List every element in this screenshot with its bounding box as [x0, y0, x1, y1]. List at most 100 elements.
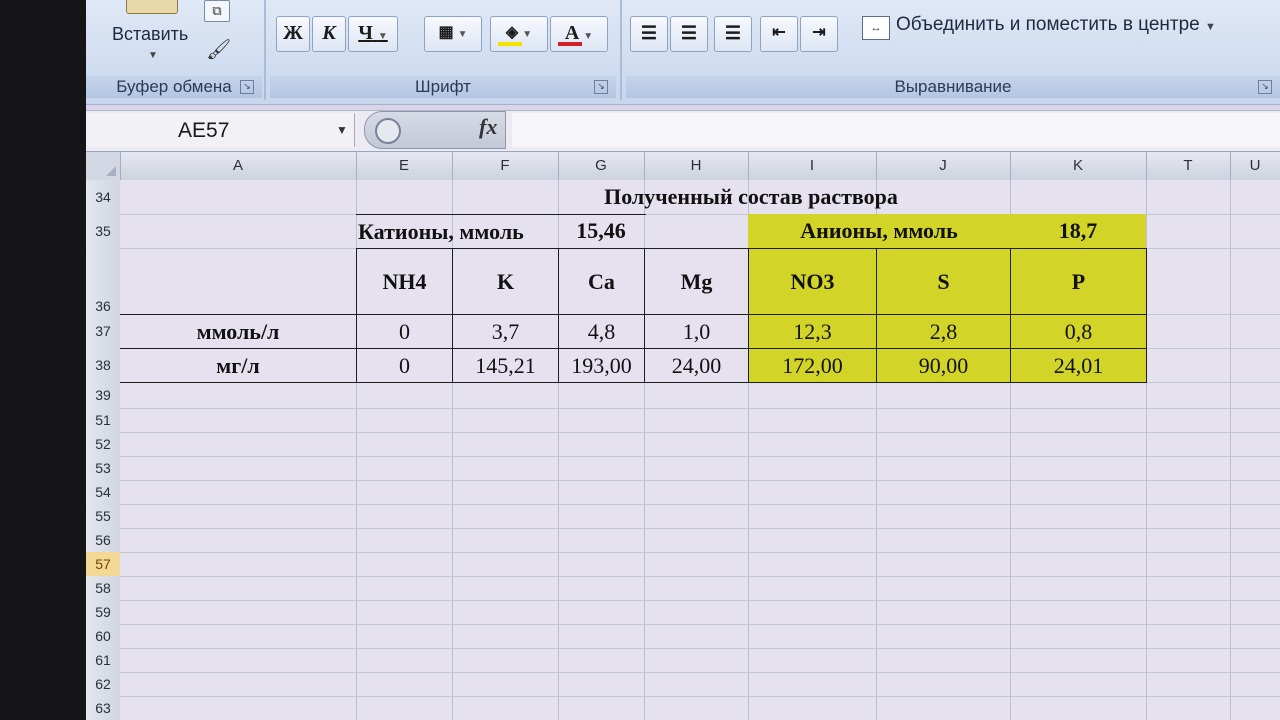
value-cell[interactable]: 1,0 — [644, 314, 749, 349]
column-header-h[interactable]: H — [644, 152, 749, 180]
name-box-dropdown-icon[interactable]: ▼ — [336, 123, 348, 137]
gridline — [120, 600, 1280, 601]
gridline — [120, 672, 1280, 673]
align-left-button[interactable]: ☰ — [630, 16, 668, 52]
row-header[interactable]: 62 — [86, 672, 121, 697]
increase-indent-button[interactable]: ⇥ — [800, 16, 838, 52]
row-header[interactable]: 56 — [86, 528, 121, 553]
italic-button[interactable]: К — [312, 16, 346, 52]
formula-input[interactable] — [512, 113, 1280, 147]
row-header[interactable]: 54 — [86, 480, 121, 505]
alignment-group-label: Выравнивание — [626, 76, 1280, 98]
insert-function-button[interactable]: fx — [479, 114, 497, 140]
ion-header-nh4[interactable]: NH4 — [356, 248, 453, 315]
value-cell[interactable]: 90,00 — [876, 348, 1011, 383]
align-center-icon: ☰ — [680, 23, 698, 43]
cell-grid[interactable]: Полученный состав раствора Катионы, ммол… — [120, 180, 1280, 720]
row-header[interactable]: 39 — [86, 382, 121, 409]
ion-header-ca[interactable]: Ca — [558, 248, 645, 315]
value-cell[interactable]: 0,8 — [1010, 314, 1147, 349]
paste-button[interactable]: Вставить — [112, 24, 188, 45]
row-header[interactable]: 60 — [86, 624, 121, 649]
formula-controls-handle[interactable] — [375, 118, 401, 144]
value-cell[interactable]: 193,00 — [558, 348, 645, 383]
value-cell[interactable]: 3,7 — [452, 314, 559, 349]
row-header[interactable]: 34 — [86, 180, 121, 215]
bold-button[interactable]: Ж — [276, 16, 310, 52]
value-cell[interactable]: 4,8 — [558, 314, 645, 349]
value-cell[interactable]: 12,3 — [748, 314, 877, 349]
copy-icon[interactable]: ⧉ — [204, 0, 230, 22]
row-header[interactable]: 58 — [86, 576, 121, 601]
value-cell[interactable]: 145,21 — [452, 348, 559, 383]
row-header-active[interactable]: 57 — [86, 552, 121, 577]
fill-color-button[interactable]: ◈ ▼ — [490, 16, 548, 52]
font-color-icon: A — [564, 22, 579, 44]
decrease-indent-button[interactable]: ⇤ — [760, 16, 798, 52]
gridline — [1230, 180, 1231, 720]
clipboard-dialog-launcher[interactable]: ↘ — [240, 80, 254, 94]
ion-header-mg[interactable]: Mg — [644, 248, 749, 315]
name-box[interactable]: AE57 ▼ — [86, 113, 355, 147]
select-all-button[interactable] — [86, 152, 121, 180]
alignment-dialog-launcher[interactable]: ↘ — [1258, 80, 1272, 94]
anions-label[interactable]: Анионы, ммоль — [748, 214, 1010, 248]
row-header[interactable]: 36 — [86, 248, 121, 315]
row-header[interactable]: 38 — [86, 348, 121, 383]
paste-icon[interactable] — [126, 0, 178, 14]
anions-total[interactable]: 18,7 — [1010, 214, 1146, 248]
format-painter-icon[interactable]: 🖌 — [206, 40, 231, 60]
value-cell[interactable]: 0 — [356, 348, 453, 383]
clipboard-group-label: Буфер обмена — [86, 76, 262, 98]
row-header[interactable]: 53 — [86, 456, 121, 481]
row-header[interactable]: 52 — [86, 432, 121, 457]
font-color-button[interactable]: A ▼ — [550, 16, 608, 52]
column-header-i[interactable]: I — [748, 152, 877, 180]
formula-controls: fx — [364, 111, 506, 149]
row-header[interactable]: 59 — [86, 600, 121, 625]
column-header-u[interactable]: U — [1230, 152, 1280, 180]
row-header[interactable]: 63 — [86, 696, 121, 720]
column-header-g[interactable]: G — [558, 152, 645, 180]
ion-header-no3[interactable]: NO3 — [748, 248, 877, 315]
align-right-button[interactable]: ☰ — [714, 16, 752, 52]
paste-dropdown-arrow[interactable]: ▼ — [148, 50, 158, 61]
merge-dropdown-arrow[interactable]: ▼ — [1205, 21, 1216, 33]
table-title[interactable]: Полученный состав раствора — [356, 180, 1146, 214]
column-header-e[interactable]: E — [356, 152, 453, 180]
align-center-button[interactable]: ☰ — [670, 16, 708, 52]
ion-header-k[interactable]: K — [452, 248, 559, 315]
merge-center-icon[interactable]: ↔ — [862, 16, 890, 40]
ion-header-p[interactable]: P — [1010, 248, 1147, 315]
value-cell[interactable]: 0 — [356, 314, 453, 349]
font-group: Ж К Ч ▼ ▦ ▼ ◈ ▼ A ▼ Шрифт ↘ — [270, 0, 616, 100]
underline-button[interactable]: Ч ▼ — [348, 16, 398, 52]
column-header-j[interactable]: J — [876, 152, 1011, 180]
borders-button[interactable]: ▦ ▼ — [424, 16, 482, 52]
ion-header-s[interactable]: S — [876, 248, 1011, 315]
gridline — [120, 696, 1280, 697]
row-header[interactable]: 35 — [86, 214, 121, 249]
fill-bucket-icon: ◈ — [505, 24, 519, 41]
column-header-k[interactable]: K — [1010, 152, 1147, 180]
merge-center-button[interactable]: Объединить и поместить в центре ▼ — [896, 14, 1216, 36]
font-dialog-launcher[interactable]: ↘ — [594, 80, 608, 94]
value-cell[interactable]: 24,01 — [1010, 348, 1147, 383]
cations-total[interactable]: 15,46 — [558, 214, 644, 248]
increase-indent-icon: ⇥ — [812, 24, 826, 41]
value-cell[interactable]: 2,8 — [876, 314, 1011, 349]
column-header-t[interactable]: T — [1146, 152, 1231, 180]
column-header-a[interactable]: A — [120, 152, 357, 180]
row-header[interactable]: 37 — [86, 314, 121, 349]
formula-bar: AE57 ▼ fx — [86, 110, 1280, 152]
row-header[interactable]: 61 — [86, 648, 121, 673]
value-cell[interactable]: 172,00 — [748, 348, 877, 383]
row-label-mmol[interactable]: ммоль/л — [120, 314, 357, 349]
font-color-swatch — [558, 42, 582, 46]
row-header[interactable]: 51 — [86, 408, 121, 433]
value-cell[interactable]: 24,00 — [644, 348, 749, 383]
clipboard-group: Вставить ▼ ⧉ 🖌 Буфер обмена ↘ — [86, 0, 262, 100]
column-header-f[interactable]: F — [452, 152, 559, 180]
row-header[interactable]: 55 — [86, 504, 121, 529]
row-label-mg[interactable]: мг/л — [120, 348, 357, 383]
